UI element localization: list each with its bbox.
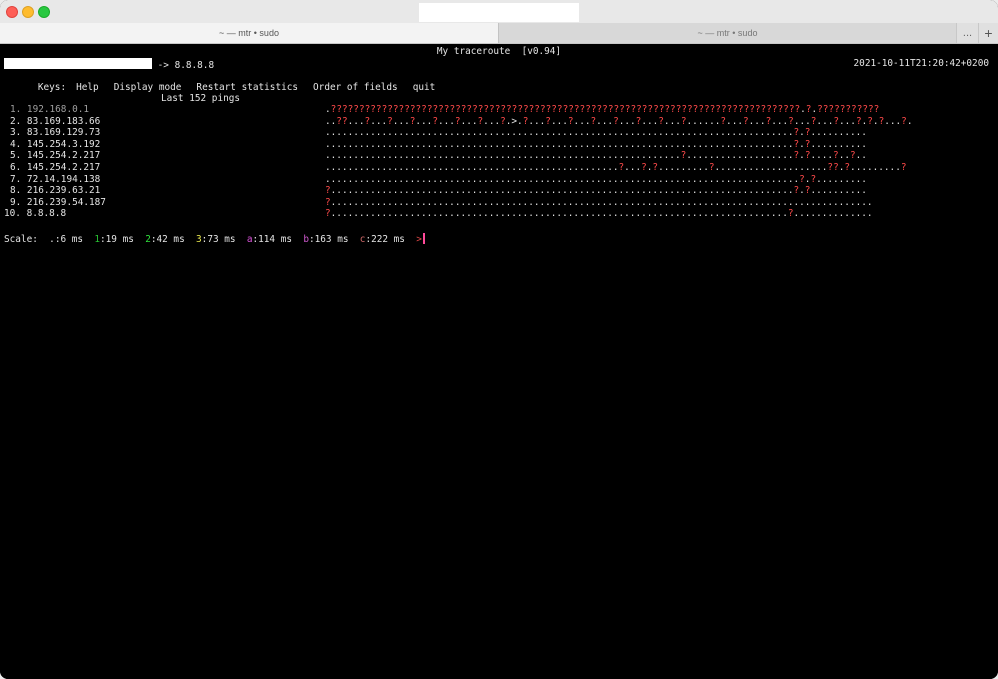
close-window-button[interactable] [6,6,18,18]
scale-item-1: 1:19 ms [94,234,134,245]
maximize-window-button[interactable] [38,6,50,18]
keys-label: Keys: [37,82,67,93]
scale-label: Scale: [4,234,38,245]
terminal-content[interactable]: My traceroute [v0.94] -> 8.8.8.8 2021-10… [0,44,998,679]
pings-header: Last 152 pings [161,93,241,104]
hop-label: 1. 192.168.0.1 [10,104,90,115]
key-restart-statistics[interactable]: Restart statistics [196,82,298,93]
tab-bar: ~ — mtr • sudo ~ — mtr • sudo ... + [0,23,998,44]
scale-item-2: 2:42 ms [145,234,185,245]
hop-ping-history: ..??...?...?...?...?...?...?...?.>.?...?… [325,115,913,127]
hop-ping-history: ........................................… [325,138,867,150]
hop-label: 8. 216.239.63.21 [10,185,101,197]
hop-ping-history: ?.......................................… [325,208,873,220]
scale-item-gt: > [416,234,422,245]
tab-1[interactable]: ~ — mtr • sudo [0,23,498,43]
key-order-of-fields[interactable]: Order of fields [313,82,398,93]
source-host-redacted [4,58,152,69]
hop-ping-history: ?.......................................… [325,196,873,208]
hop-ping-history: ........................................… [325,150,867,162]
hop-ping-history: ........................................… [325,173,867,185]
hop-label: 3. 83.169.129.73 [10,127,101,139]
keys-bar: Keys: Help Display mode Restart statistics O… [4,70,450,93]
new-tab-button[interactable]: + [978,23,998,43]
scale-item-dot: .:6 ms [49,234,84,245]
window-title-redacted [419,3,579,22]
hop-ping-history: ........................................… [325,162,907,173]
hop-label: 2. 83.169.183.66 [10,115,101,127]
tab-2[interactable]: ~ — mtr • sudo [498,23,956,43]
scale-item-c: c:222 ms [359,234,405,245]
hop-ping-history: ........................................… [325,127,867,139]
hop-ping-history: ?.......................................… [325,185,867,197]
title-bar[interactable] [0,0,998,23]
hop-label: 4. 145.254.3.192 [10,138,101,150]
key-help[interactable]: Help [76,82,99,93]
hop-label: 5. 145.254.2.217 [10,150,101,162]
hop-label: 7. 72.14.194.138 [10,173,101,185]
target-line: -> 8.8.8.8 [4,58,214,71]
mtr-title: My traceroute [v0.94] [436,46,562,57]
key-quit[interactable]: quit [413,82,436,93]
tab-overflow-button[interactable]: ... [956,23,978,43]
hop-label: 9. 216.239.54.187 [10,196,106,208]
datetime: 2021-10-11T21:20:42+0200 [853,58,989,69]
hop-label: 6. 145.254.2.217 [10,162,101,173]
scale-item-3: 3:73 ms [196,234,236,245]
terminal-window: ~ — mtr • sudo ~ — mtr • sudo ... + My t… [0,0,998,679]
scale-item-b: b:163 ms [303,234,349,245]
minimize-window-button[interactable] [22,6,34,18]
key-display-mode[interactable]: Display mode [114,82,182,93]
scale-item-a: a:114 ms [246,234,293,245]
scale-legend: Scale: .:6 ms 1:19 ms 2:42 ms 3:73 ms a:… [4,233,425,246]
hop-label: 10. 8.8.8.8 [4,208,67,220]
text-cursor [422,233,425,244]
hop-ping-history: .???????????????????????????????????????… [325,104,880,115]
